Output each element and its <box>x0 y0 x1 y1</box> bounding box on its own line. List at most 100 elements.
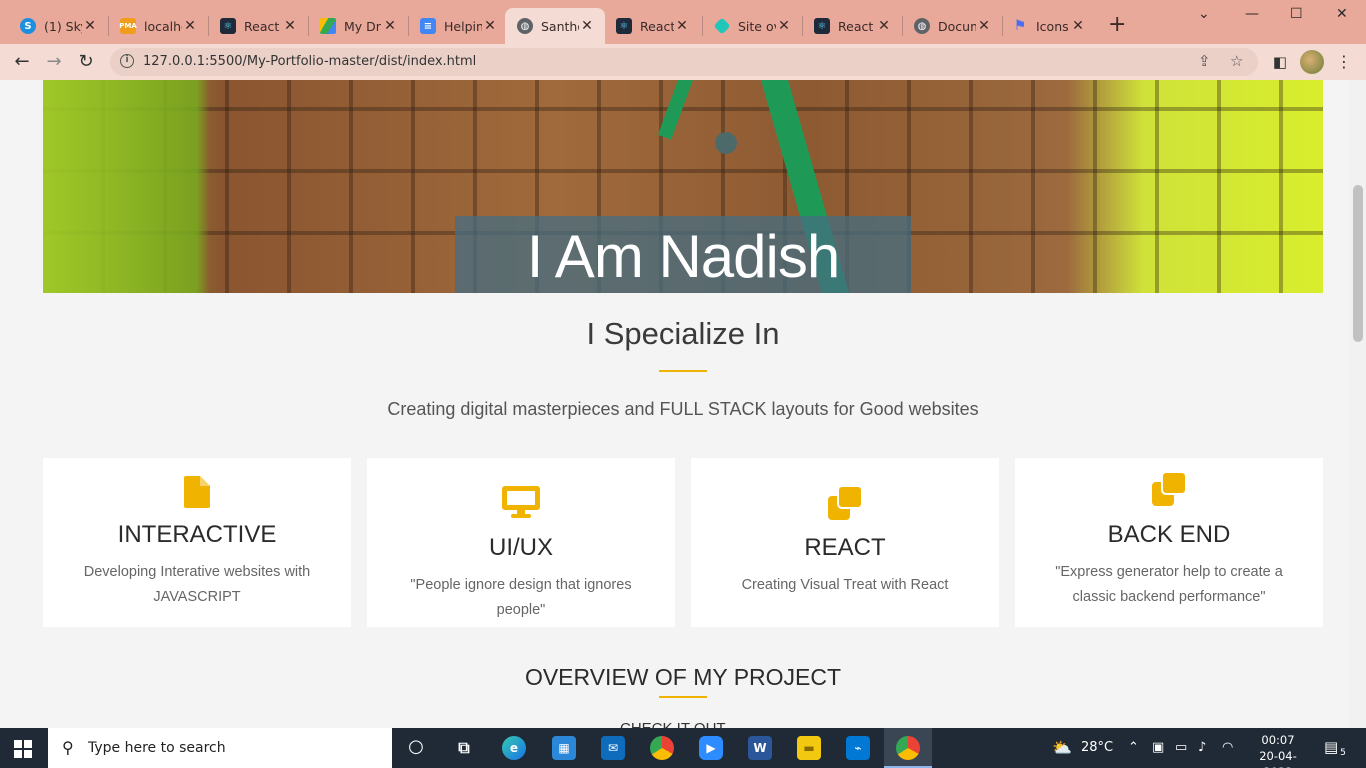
close-icon[interactable]: ✕ <box>579 18 595 34</box>
close-icon[interactable]: ✕ <box>976 18 992 34</box>
tab-skype[interactable]: S (1) Sky ✕ <box>8 8 108 44</box>
file-icon <box>43 476 351 508</box>
card-text: "Express generator help to create a clas… <box>1055 564 1283 605</box>
react-icon: ⚛ <box>220 18 236 34</box>
chevron-up-icon[interactable]: ⌃ <box>1128 740 1139 755</box>
share-icon[interactable]: ⇪ <box>1198 52 1211 70</box>
browser-toolbar: ← → ↻ i 127.0.0.1:5500/My-Portfolio-mast… <box>0 44 1366 80</box>
card-react: REACT Creating Visual Treat with React <box>691 458 999 627</box>
tab-search-icon[interactable]: ⌄ <box>1198 6 1210 22</box>
close-icon[interactable]: ✕ <box>82 18 98 34</box>
check-it-out-link[interactable]: CHECK IT OUT <box>620 720 726 728</box>
taskbar-search-box[interactable]: ⚲ Type here to search <box>48 728 392 768</box>
tab-icons[interactable]: ⚑ Icons | ✕ <box>1000 8 1096 44</box>
tab-strip: S (1) Sky ✕ PMA localho ✕ ⚛ React a ✕ My… <box>0 0 1366 44</box>
file-explorer-icon[interactable]: ▬ <box>797 736 821 760</box>
meet-now-icon[interactable]: ▣ <box>1152 740 1164 755</box>
search-icon: ⚲ <box>62 738 74 757</box>
close-icon[interactable]: ✕ <box>382 18 398 34</box>
card-text: "People ignore design that ignores peopl… <box>410 577 632 618</box>
title-underline <box>659 370 707 372</box>
close-icon[interactable]: ✕ <box>282 18 298 34</box>
battery-icon[interactable]: ▭ <box>1175 740 1187 755</box>
globe-icon: ◍ <box>914 18 930 34</box>
tab-localhost[interactable]: PMA localho ✕ <box>108 8 208 44</box>
chrome-profile-icon[interactable] <box>896 736 920 760</box>
tab-site-overview[interactable]: Site ov ✕ <box>702 8 802 44</box>
zoom-icon[interactable]: ▶ <box>699 736 723 760</box>
card-uiux: UI/UX "People ignore design that ignores… <box>367 458 675 627</box>
close-icon[interactable]: ✕ <box>1070 18 1086 34</box>
close-window-button[interactable]: ✕ <box>1336 6 1348 22</box>
notification-count: 5 <box>1337 748 1349 758</box>
tab-title: localho <box>144 18 182 34</box>
tab-title: Site ov <box>738 18 776 34</box>
card-title: BACK END <box>1107 521 1231 548</box>
mail-icon[interactable]: ✉ <box>601 736 625 760</box>
tab-helping[interactable]: ≡ Helpin ✕ <box>408 8 508 44</box>
windows-start-icon[interactable] <box>14 740 32 758</box>
search-placeholder: Type here to search <box>88 740 226 756</box>
tab-my-drive[interactable]: My Dri ✕ <box>308 8 408 44</box>
hero-title: I Am Nadish Kumar <box>526 223 840 293</box>
close-icon[interactable]: ✕ <box>876 18 892 34</box>
cortana-icon[interactable]: ○ <box>404 736 428 760</box>
card-title: REACT <box>804 534 886 561</box>
globe-icon: ◍ <box>517 18 533 34</box>
store-icon[interactable]: ▦ <box>552 736 576 760</box>
weather-temp[interactable]: 28°C <box>1081 740 1113 755</box>
specialize-title: I Specialize In <box>586 316 780 351</box>
menu-dots-icon[interactable]: ⋮ <box>1332 50 1356 74</box>
minimize-button[interactable]: — <box>1245 6 1259 22</box>
chrome-icon[interactable] <box>650 736 674 760</box>
flag-icon: ⚑ <box>1013 18 1027 34</box>
clock-time: 00:07 <box>1261 733 1295 747</box>
tab-title: React a <box>640 18 674 34</box>
page-scrollbar[interactable] <box>1350 80 1366 728</box>
scrollbar-thumb[interactable] <box>1353 185 1363 342</box>
reload-icon[interactable]: ↻ <box>74 50 98 74</box>
maximize-button[interactable]: ☐ <box>1290 6 1303 22</box>
tab-document[interactable]: ◍ Docum ✕ <box>902 8 1002 44</box>
tab-title: Docum <box>938 18 976 34</box>
google-drive-icon <box>320 18 336 34</box>
tab-title: (1) Sky <box>44 18 82 34</box>
card-text: Creating Visual Treat with React <box>741 577 949 593</box>
skype-icon: S <box>20 18 36 34</box>
overview-underline <box>659 696 707 698</box>
react-icon: ⚛ <box>616 18 632 34</box>
close-icon[interactable]: ✕ <box>674 18 690 34</box>
clone-icon <box>1015 472 1323 506</box>
tab-react-1[interactable]: ⚛ React a ✕ <box>208 8 308 44</box>
react-icon: ⚛ <box>814 18 830 34</box>
tab-title: Santho <box>541 18 579 34</box>
card-interactive: INTERACTIVE Developing Interative websit… <box>43 458 351 627</box>
tab-title: Helpin <box>444 18 482 34</box>
profile-avatar[interactable] <box>1300 50 1324 74</box>
side-panel-icon[interactable]: ◧ <box>1268 50 1292 74</box>
address-bar[interactable]: i 127.0.0.1:5500/My-Portfolio-master/dis… <box>110 48 1258 76</box>
bookmark-star-icon[interactable]: ☆ <box>1230 52 1243 70</box>
forward-arrow-icon[interactable]: → <box>42 50 66 74</box>
back-arrow-icon[interactable]: ← <box>10 50 34 74</box>
site-info-icon[interactable]: i <box>120 54 134 68</box>
tab-santho-active[interactable]: ◍ Santho ✕ <box>505 8 605 44</box>
close-icon[interactable]: ✕ <box>482 18 498 34</box>
new-tab-button[interactable]: + <box>1108 12 1126 37</box>
volume-icon[interactable]: ♪ <box>1198 740 1206 755</box>
hero-banner: I Am Nadish Kumar <box>43 80 1323 293</box>
vscode-icon[interactable]: ⌁ <box>846 736 870 760</box>
taskbar-clock[interactable]: 00:07 20-04-2022 <box>1248 732 1308 768</box>
clock-date: 20-04-2022 <box>1259 749 1297 768</box>
task-view-icon[interactable]: ⧉ <box>452 736 476 760</box>
close-icon[interactable]: ✕ <box>182 18 198 34</box>
tab-react-3[interactable]: ⚛ React a ✕ <box>802 8 902 44</box>
word-icon[interactable]: W <box>748 736 772 760</box>
weather-icon[interactable]: ⛅ <box>1052 738 1072 757</box>
edge-icon[interactable]: e <box>502 736 526 760</box>
wifi-icon[interactable]: ◠ <box>1222 740 1233 755</box>
close-icon[interactable]: ✕ <box>776 18 792 34</box>
url-text[interactable]: 127.0.0.1:5500/My-Portfolio-master/dist/… <box>143 54 476 69</box>
card-backend: BACK END "Express generator help to crea… <box>1015 458 1323 627</box>
tab-react-2[interactable]: ⚛ React a ✕ <box>604 8 700 44</box>
